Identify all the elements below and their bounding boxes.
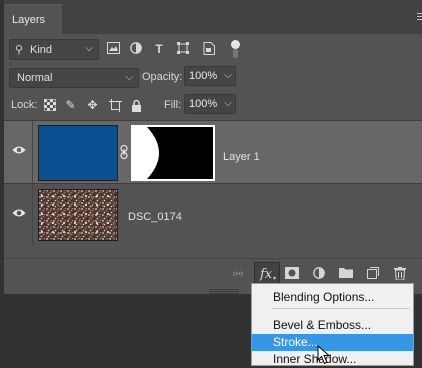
lock-transparent-pixels-icon[interactable]	[43, 98, 56, 112]
type-filter-icon[interactable]: T	[152, 42, 166, 56]
lock-label: Lock:	[11, 99, 38, 111]
opacity-value: 100%	[189, 70, 218, 82]
smart-object-filter-icon[interactable]	[202, 42, 216, 56]
dropdown-triangle-icon: ▾	[272, 276, 276, 282]
layer-row-layer-1[interactable]: Layer 1	[4, 120, 422, 183]
blend-mode-value: Normal	[17, 72, 53, 84]
panel-tab-bar: Layers	[4, 0, 422, 35]
panel-menu-icon[interactable]	[417, 13, 422, 22]
blend-row: Normal ⌵ Opacity: 100% ⌵	[4, 66, 422, 90]
filter-toggle-switch[interactable]	[231, 40, 240, 58]
filter-kind-label: Kind	[30, 44, 53, 56]
visibility-eye-icon[interactable]	[12, 145, 26, 155]
opacity-field[interactable]: 100% ⌵	[184, 66, 236, 86]
filter-row: ⚲ Kind ⌵ T	[4, 36, 422, 64]
menu-item-stroke[interactable]: Stroke...	[252, 334, 413, 351]
adjustment-layer-icon[interactable]	[312, 267, 326, 281]
link-layers-icon[interactable]: ⚯	[231, 267, 245, 281]
chevron-down-icon: ⌵	[224, 70, 232, 81]
lock-all-icon[interactable]	[130, 99, 143, 112]
pixel-filter-icon[interactable]	[106, 42, 120, 56]
chevron-down-icon: ⌵	[224, 98, 232, 109]
fill-label: Fill:	[164, 99, 182, 111]
layer-name[interactable]: Layer 1	[223, 151, 260, 163]
menu-item-inner-shadow[interactable]: Inner Shadow...	[252, 351, 413, 368]
mouse-cursor-icon	[317, 345, 331, 365]
layer-row-dsc-0174[interactable]: DSC_0174	[4, 183, 422, 246]
layer-name[interactable]: DSC_0174	[128, 211, 182, 223]
lock-row: Lock: ✎ ✥ Fill: 100% ⌵	[4, 94, 422, 118]
new-layer-icon[interactable]	[366, 267, 380, 281]
layer-style-menu: Blending Options... Bevel & Emboss... St…	[251, 283, 414, 366]
lock-position-icon[interactable]: ✥	[86, 99, 99, 112]
fill-field[interactable]: 100% ⌵	[184, 94, 236, 114]
add-mask-icon[interactable]	[285, 267, 299, 281]
adjustment-filter-icon[interactable]	[129, 42, 143, 56]
fx-icon: fx	[260, 267, 273, 282]
search-icon: ⚲	[15, 44, 24, 56]
filter-kind-select[interactable]: ⚲ Kind ⌵	[9, 39, 99, 60]
new-group-icon[interactable]	[339, 267, 353, 281]
fill-value: 100%	[189, 98, 218, 110]
chevron-down-icon: ⌵	[85, 43, 93, 54]
photo-thumbnail[interactable]	[38, 189, 118, 241]
tab-layers[interactable]: Layers	[4, 4, 62, 35]
panel-resize-grip[interactable]	[209, 289, 239, 294]
visibility-eye-icon[interactable]	[12, 208, 26, 218]
delete-layer-icon[interactable]	[393, 267, 407, 281]
menu-item-blending-options[interactable]: Blending Options...	[252, 289, 413, 306]
opacity-label: Opacity:	[142, 71, 183, 83]
mask-link-chain-icon[interactable]	[120, 144, 128, 160]
layer-divider	[32, 121, 33, 183]
chevron-down-icon: ⌵	[125, 72, 133, 83]
blend-mode-select[interactable]: Normal ⌵	[9, 68, 139, 88]
layers-panel: Layers ⚲ Kind ⌵ T Normal ⌵ Opacity: 100%…	[4, 0, 422, 294]
menu-item-bevel-emboss[interactable]: Bevel & Emboss...	[252, 317, 413, 334]
layer-thumbnail[interactable]	[38, 125, 118, 181]
lock-image-pixels-icon[interactable]: ✎	[64, 99, 77, 112]
shape-filter-icon[interactable]	[176, 42, 190, 56]
prevent-auto-nesting-icon[interactable]	[109, 99, 122, 112]
layer-mask-thumbnail[interactable]	[131, 125, 215, 181]
menu-separator	[272, 308, 410, 309]
layer-divider	[32, 184, 33, 246]
